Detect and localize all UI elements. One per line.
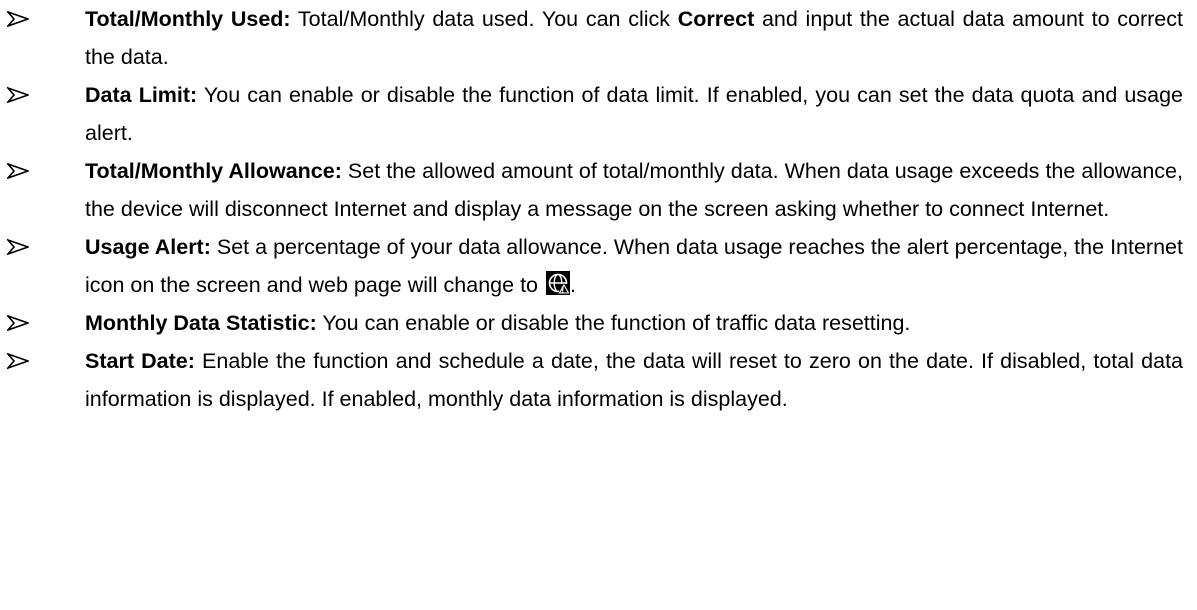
list-item-total-monthly-allowance: Total/Monthly Allowance: Set the allowed… bbox=[0, 152, 1197, 228]
term-label: Total/Monthly Used: bbox=[85, 7, 291, 31]
list-item-data-limit: Data Limit: You can enable or disable th… bbox=[0, 76, 1197, 152]
document-page: Total/Monthly Used: Total/Monthly data u… bbox=[0, 0, 1197, 610]
list-item-usage-alert: Usage Alert: Set a percentage of your da… bbox=[0, 228, 1197, 304]
description-text: You can enable or disable the function o… bbox=[85, 83, 1183, 145]
term-label: Total/Monthly Allowance: bbox=[85, 159, 342, 183]
arrow-bullet-icon bbox=[7, 152, 37, 190]
term-label: Monthly Data Statistic: bbox=[85, 311, 317, 335]
arrow-bullet-icon bbox=[7, 0, 37, 38]
list-item-monthly-data-statistic: Monthly Data Statistic: You can enable o… bbox=[0, 304, 1197, 342]
data-alert-globe-icon: ! bbox=[545, 269, 570, 296]
description-text: Enable the function and schedule a date,… bbox=[85, 349, 1184, 411]
arrow-bullet-icon bbox=[7, 228, 37, 266]
description-text: You can enable or disable the function o… bbox=[316, 311, 911, 335]
description-text: . bbox=[569, 273, 576, 297]
arrow-bullet-icon bbox=[7, 342, 37, 380]
term-label: Data Limit: bbox=[85, 83, 198, 107]
settings-description-list: Total/Monthly Used: Total/Monthly data u… bbox=[0, 0, 1197, 418]
correct-keyword: Correct bbox=[677, 7, 755, 31]
arrow-bullet-icon bbox=[7, 76, 37, 114]
term-label: Usage Alert: bbox=[85, 235, 211, 259]
description-text: Set a percentage of your data allowance.… bbox=[85, 235, 1183, 297]
list-item-start-date: Start Date: Enable the function and sche… bbox=[0, 342, 1197, 418]
description-text: Total/Monthly data used. You can click bbox=[290, 7, 678, 31]
list-item-total-monthly-used: Total/Monthly Used: Total/Monthly data u… bbox=[0, 0, 1197, 76]
term-label: Start Date: bbox=[85, 349, 195, 373]
arrow-bullet-icon bbox=[7, 304, 37, 342]
